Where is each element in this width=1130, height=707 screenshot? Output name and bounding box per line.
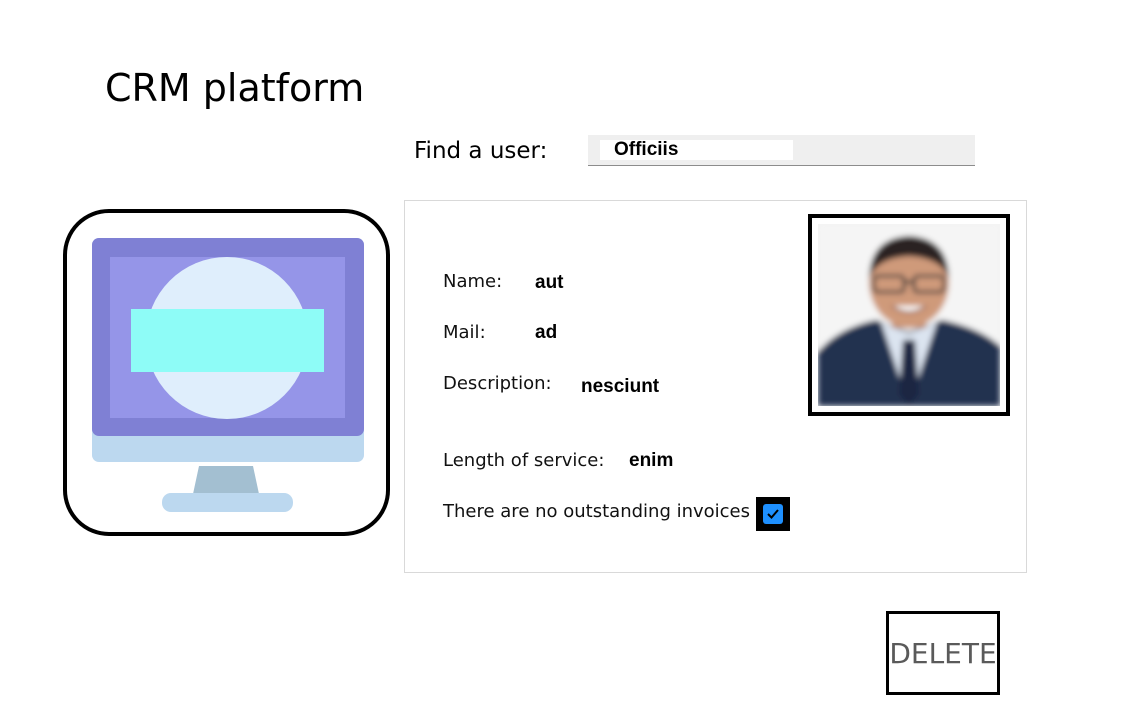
invoices-checkbox[interactable] (756, 497, 790, 531)
user-photo-frame (808, 214, 1010, 416)
app-logo (63, 209, 390, 536)
user-avatar-icon (818, 224, 1000, 406)
length-of-service-label: Length of service: (443, 450, 605, 471)
delete-button[interactable]: DELETE (886, 611, 1000, 695)
find-user-label: Find a user: (414, 138, 548, 164)
mail-label: Mail: (443, 322, 486, 343)
length-of-service-value: enim (629, 450, 674, 471)
user-photo (818, 224, 1000, 406)
user-details-card: Name: aut Mail: ad Description: nesciunt… (404, 200, 1027, 573)
search-input[interactable] (600, 140, 793, 160)
description-value: nesciunt (581, 376, 660, 397)
name-label: Name: (443, 271, 503, 292)
search-field[interactable] (588, 135, 975, 166)
checkbox-checked (763, 504, 783, 524)
invoices-label: There are no outstanding invoices (443, 501, 751, 522)
monitor-icon (92, 238, 364, 512)
mail-value: ad (535, 322, 558, 343)
app-title: CRM platform (105, 66, 365, 110)
name-value: aut (535, 272, 564, 293)
description-label: Description: (443, 373, 552, 394)
check-icon (767, 509, 779, 519)
